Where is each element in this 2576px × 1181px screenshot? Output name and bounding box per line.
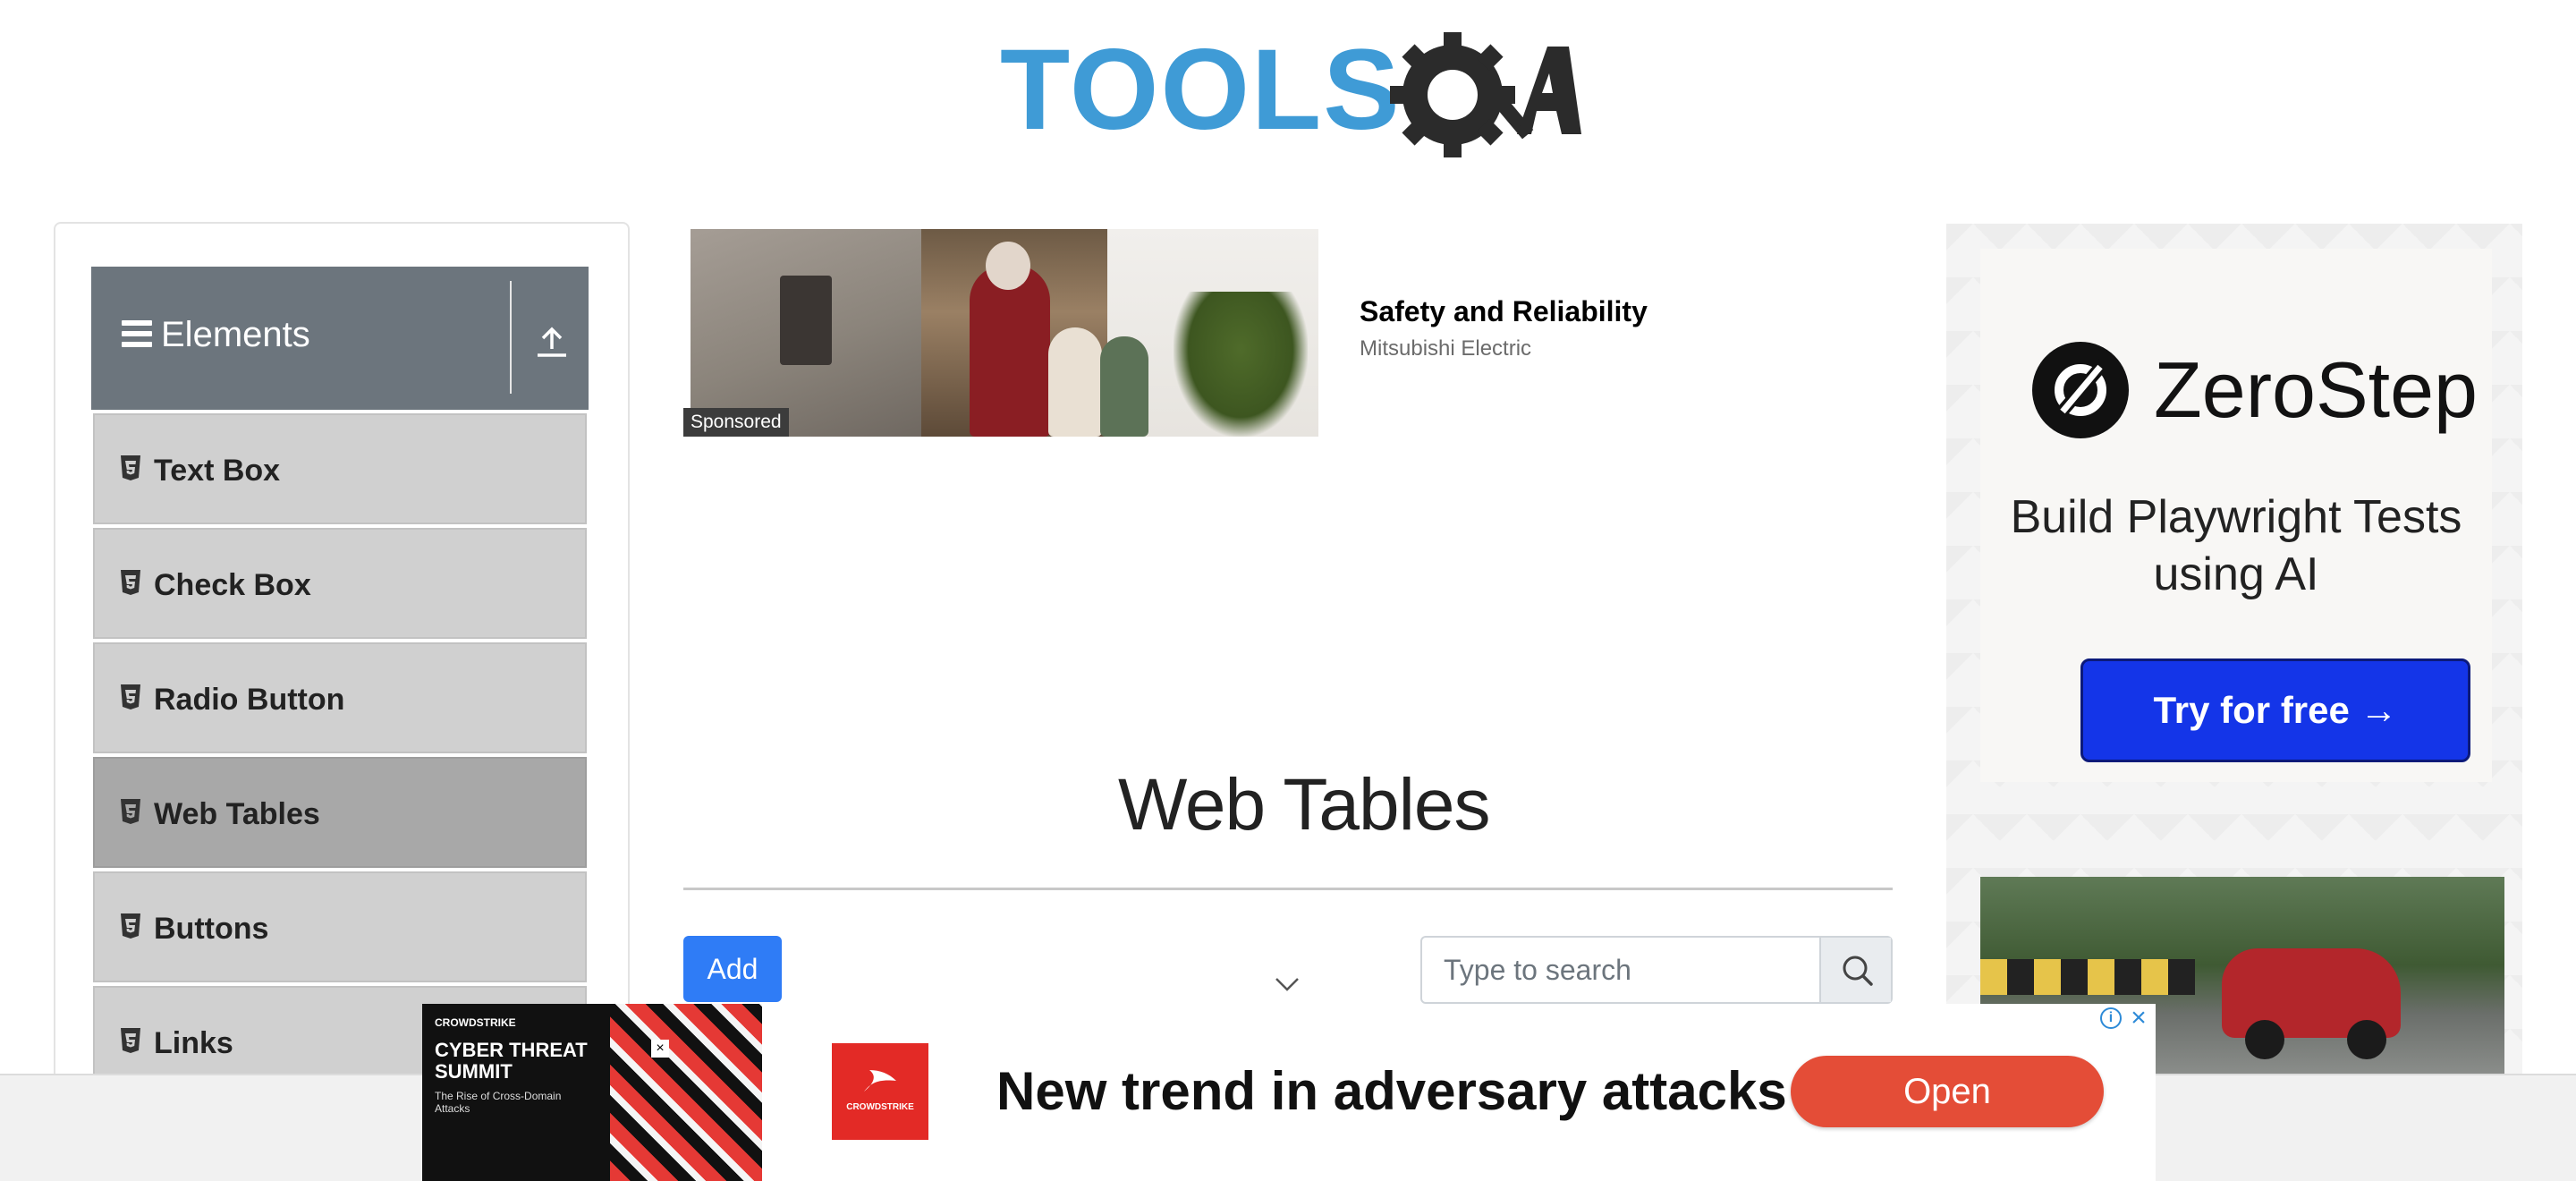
road-barrier [1980,959,2195,995]
sponsored-ad-advertiser[interactable]: Mitsubishi Electric [1360,336,1531,361]
thumbnail-pattern [610,1004,762,1181]
adchoices[interactable]: i × [2097,1005,2152,1032]
search-icon [1843,956,1873,986]
thumbnail-brand: CROWDSTRIKE [435,1016,516,1029]
zerostep-ad-card: ZeroStep Build Playwright Tests using AI… [1980,249,2492,782]
html5-icon [121,799,140,824]
hamburger-icon [122,320,152,347]
header-divider [510,281,512,394]
car-wheel [2245,1020,2284,1059]
person-figure [1048,327,1102,437]
menu-item-check-box[interactable]: Check Box [93,528,587,639]
add-button[interactable]: Add [683,936,782,1002]
heading-divider [683,888,1893,890]
person-figure [1100,336,1148,437]
bottom-banner-ad[interactable]: CROWDSTRIKE CYBER THREAT SUMMIT The Rise… [422,1004,2156,1181]
chevron-down-icon[interactable] [1274,975,1301,993]
upload-icon[interactable] [533,324,571,360]
menu-item-radio-button[interactable]: Radio Button [93,642,587,753]
sponsored-ad-image[interactable] [691,229,1318,437]
person-head [986,242,1030,290]
zerostep-brand: ZeroStep [2154,345,2478,434]
toolsqa-logo[interactable]: TOOLS [1000,23,1581,166]
thumbnail-subtitle: The Rise of Cross-Domain Attacks [435,1090,562,1115]
menu-item-label: Radio Button [154,683,345,717]
try-for-free-button[interactable]: Try for free → [2080,658,2470,762]
sponsored-ad-title[interactable]: Safety and Reliability [1360,295,1648,328]
zerostep-tagline: Build Playwright Tests using AI [2010,491,2462,600]
elevator-panel [780,276,832,365]
plant [1174,292,1308,437]
group-title: Elements [161,315,310,354]
search-box [1420,936,1893,1004]
svg-text:TOOLS: TOOLS [1000,26,1402,154]
crowdstrike-summit-thumbnail[interactable]: CROWDSTRIKE CYBER THREAT SUMMIT The Rise… [422,1004,762,1181]
search-input[interactable] [1422,938,1819,1002]
info-icon[interactable]: i [2100,1007,2122,1029]
menu-item-web-tables[interactable]: Web Tables [93,757,587,868]
html5-icon [121,1028,140,1053]
menu-item-label: Web Tables [154,797,320,831]
html5-icon [121,913,140,939]
car-wheel [2347,1020,2386,1059]
toolsqa-logo-graphic: TOOLS [1000,26,1581,157]
person-figure [970,265,1050,437]
menu-item-buttons[interactable]: Buttons [93,871,587,982]
menu-item-label: Buttons [154,912,269,946]
html5-icon [121,570,140,595]
html5-icon [121,455,140,480]
menu-item-label: Text Box [154,454,281,488]
elements-group-header[interactable]: Elements [91,267,589,410]
close-icon[interactable]: × [651,1040,669,1058]
falcon-icon [864,1070,896,1092]
close-icon[interactable]: × [2127,1005,2150,1032]
zerostep-logo-icon [2032,342,2129,438]
crowdstrike-logo-text: CROWDSTRIKE [846,1102,914,1112]
page-title: Web Tables [1118,764,1490,845]
menu-item-label: Links [154,1026,233,1060]
menu-item-text-box[interactable]: Text Box [93,413,587,524]
search-button[interactable] [1819,938,1891,1002]
crowdstrike-logo[interactable]: CROWDSTRIKE [832,1043,928,1140]
open-button[interactable]: Open [1791,1056,2104,1127]
html5-icon [121,684,140,709]
thumbnail-title: CYBER THREAT SUMMIT [435,1039,588,1083]
menu-item-label: Check Box [154,568,311,602]
banner-headline[interactable]: New trend in adversary attacks [996,1059,1787,1124]
sponsored-label: Sponsored [683,408,789,437]
page: TOOLS Elements Text Box Check Box Radio … [0,0,2576,1181]
